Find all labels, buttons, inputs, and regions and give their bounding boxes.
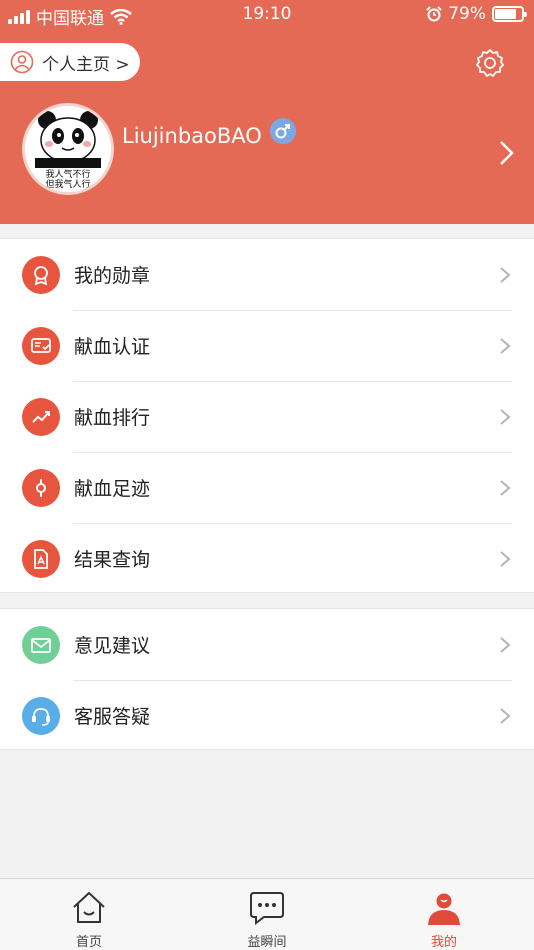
chevron-right-icon [500,479,511,496]
menu-item-donation-footprint[interactable]: 献血足迹 [0,452,534,523]
location-pin-icon [22,468,60,507]
settings-gear-icon[interactable] [474,47,506,79]
tab-home[interactable]: 首页 [34,879,144,950]
menu-group-support: 意见建议 客服答疑 [0,608,534,750]
profile-header: 中国联通 19:10 79% 个人主页 > 我人气不行 但我气人行 Liujin… [0,0,534,224]
username: LiujinbaoBAO [122,124,262,148]
headset-icon [22,696,60,735]
home-icon [73,892,105,923]
tab-label: 首页 [75,935,102,950]
panda-avatar-image: 我人气不行 但我气人行 [25,106,111,192]
menu-label: 献血足迹 [74,478,151,500]
document-icon [22,539,60,578]
menu-item-donation-ranking[interactable]: 献血排行 [0,381,534,452]
chevron-right-icon [500,266,511,283]
status-bar: 中国联通 19:10 79% [0,0,534,30]
menu-item-donation-certification[interactable]: 献血认证 [0,310,534,381]
menu-item-feedback[interactable]: 意见建议 [0,609,534,680]
menu-item-medals[interactable]: 我的勋章 [0,239,534,310]
menu-group-blood-donation: 我的勋章 献血认证 献血排行 献血足迹 结果查询 [0,238,534,593]
avatar[interactable]: 我人气不行 但我气人行 [22,103,114,195]
battery-fill [495,9,516,19]
menu-item-customer-service[interactable]: 客服答疑 [0,680,534,751]
menu-label: 献血认证 [74,336,151,358]
chevron-right-icon [500,707,511,724]
homepage-label: 个人主页 > [42,54,130,75]
person-outline-icon [10,50,34,74]
bottom-tab-bar: 首页 益瞬间 我的 [0,878,534,950]
tab-label: 益瞬间 [247,935,287,950]
chat-bubble-icon [250,892,284,925]
menu-label: 我的勋章 [74,265,151,287]
medal-icon [22,255,60,294]
svg-text:我人气不行: 我人气不行 [45,168,90,180]
profile-icon [428,893,460,925]
chevron-right-icon [500,408,511,425]
menu-label: 献血排行 [74,407,151,429]
alarm-icon [426,6,442,22]
profile-chevron-right-icon[interactable] [496,140,516,166]
menu-item-result-query[interactable]: 结果查询 [0,523,534,594]
trend-chart-icon [22,397,60,436]
chevron-right-icon [500,550,511,567]
battery-percent: 79% [448,4,486,24]
menu-label: 客服答疑 [74,706,151,728]
chevron-right-icon [500,636,511,653]
tab-label: 我的 [430,935,457,950]
male-gender-icon [270,118,296,144]
tab-mine[interactable]: 我的 [389,879,499,950]
menu-label: 结果查询 [74,549,151,571]
battery-icon [492,6,527,22]
tab-moments[interactable]: 益瞬间 [212,879,322,950]
personal-homepage-button[interactable]: 个人主页 > [0,43,140,81]
menu-label: 意见建议 [74,635,151,657]
certificate-icon [22,326,60,365]
chevron-right-icon [500,337,511,354]
svg-text:但我气人行: 但我气人行 [45,178,90,190]
mail-icon [22,625,60,664]
